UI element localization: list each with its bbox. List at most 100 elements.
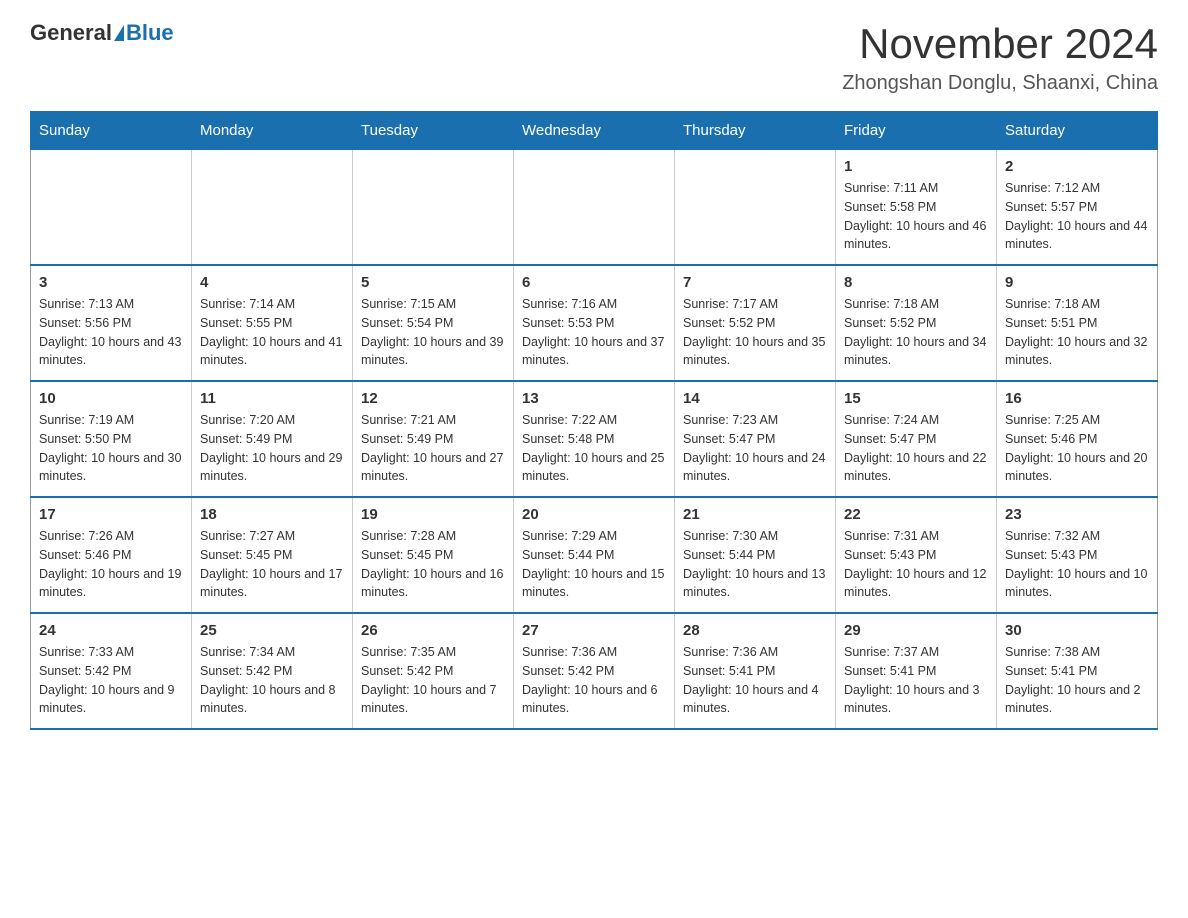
day-info: Sunrise: 7:22 AMSunset: 5:48 PMDaylight:…	[522, 411, 666, 486]
day-cell	[675, 150, 836, 266]
day-cell: 29 Sunrise: 7:37 AMSunset: 5:41 PMDayligh…	[836, 613, 997, 729]
day-number: 24	[39, 622, 183, 639]
day-info: Sunrise: 7:21 AMSunset: 5:49 PMDaylight:…	[361, 411, 505, 486]
day-number: 1	[844, 158, 988, 175]
day-number: 25	[200, 622, 344, 639]
week-row-2: 3 Sunrise: 7:13 AMSunset: 5:56 PMDaylight…	[31, 265, 1158, 381]
day-info: Sunrise: 7:33 AMSunset: 5:42 PMDaylight:…	[39, 643, 183, 718]
day-cell: 25 Sunrise: 7:34 AMSunset: 5:42 PMDayligh…	[192, 613, 353, 729]
week-row-4: 17Sunrise: 7:26 AMSunset: 5:46 PMDayligh…	[31, 497, 1158, 613]
day-info: Sunrise: 7:29 AMSunset: 5:44 PMDaylight:…	[522, 527, 666, 602]
day-info: Sunrise: 7:18 AMSunset: 5:52 PMDaylight:…	[844, 295, 988, 370]
day-cell: 5 Sunrise: 7:15 AMSunset: 5:54 PMDaylight…	[353, 265, 514, 381]
day-info: Sunrise: 7:24 AMSunset: 5:47 PMDaylight:…	[844, 411, 988, 486]
day-cell: 8 Sunrise: 7:18 AMSunset: 5:52 PMDaylight…	[836, 265, 997, 381]
header-day-friday: Friday	[836, 112, 997, 150]
logo-triangle-icon	[114, 25, 124, 41]
day-number: 26	[361, 622, 505, 639]
day-cell: 18Sunrise: 7:27 AMSunset: 5:45 PMDayligh…	[192, 497, 353, 613]
day-number: 28	[683, 622, 827, 639]
day-cell: 2 Sunrise: 7:12 AMSunset: 5:57 PMDaylight…	[997, 150, 1158, 266]
day-info: Sunrise: 7:23 AMSunset: 5:47 PMDaylight:…	[683, 411, 827, 486]
day-cell: 26 Sunrise: 7:35 AMSunset: 5:42 PMDayligh…	[353, 613, 514, 729]
day-number: 2	[1005, 158, 1149, 175]
week-row-5: 24 Sunrise: 7:33 AMSunset: 5:42 PMDayligh…	[31, 613, 1158, 729]
day-number: 21	[683, 506, 827, 523]
day-number: 16	[1005, 390, 1149, 407]
day-info: Sunrise: 7:17 AMSunset: 5:52 PMDaylight:…	[683, 295, 827, 370]
day-number: 8	[844, 274, 988, 291]
day-cell: 17Sunrise: 7:26 AMSunset: 5:46 PMDayligh…	[31, 497, 192, 613]
day-info: Sunrise: 7:38 AMSunset: 5:41 PMDaylight:…	[1005, 643, 1149, 718]
day-cell	[353, 150, 514, 266]
day-cell	[192, 150, 353, 266]
day-number: 11	[200, 390, 344, 407]
location-title: Zhongshan Donglu, Shaanxi, China	[842, 72, 1158, 95]
day-info: Sunrise: 7:32 AMSunset: 5:43 PMDaylight:…	[1005, 527, 1149, 602]
day-cell: 27 Sunrise: 7:36 AMSunset: 5:42 PMDayligh…	[514, 613, 675, 729]
day-cell: 13 Sunrise: 7:22 AMSunset: 5:48 PMDayligh…	[514, 381, 675, 497]
day-info: Sunrise: 7:15 AMSunset: 5:54 PMDaylight:…	[361, 295, 505, 370]
day-number: 4	[200, 274, 344, 291]
header-day-monday: Monday	[192, 112, 353, 150]
day-number: 20	[522, 506, 666, 523]
day-number: 29	[844, 622, 988, 639]
day-number: 7	[683, 274, 827, 291]
day-number: 10	[39, 390, 183, 407]
day-number: 9	[1005, 274, 1149, 291]
day-number: 5	[361, 274, 505, 291]
day-number: 17	[39, 506, 183, 523]
day-number: 27	[522, 622, 666, 639]
day-info: Sunrise: 7:25 AMSunset: 5:46 PMDaylight:…	[1005, 411, 1149, 486]
logo-text: General Blue	[30, 20, 174, 46]
month-title: November 2024	[842, 20, 1158, 68]
logo-blue: Blue	[126, 20, 174, 46]
week-row-3: 10 Sunrise: 7:19 AMSunset: 5:50 PMDayligh…	[31, 381, 1158, 497]
day-info: Sunrise: 7:16 AMSunset: 5:53 PMDaylight:…	[522, 295, 666, 370]
header-row: SundayMondayTuesdayWednesdayThursdayFrid…	[31, 112, 1158, 150]
day-cell: 24 Sunrise: 7:33 AMSunset: 5:42 PMDayligh…	[31, 613, 192, 729]
day-number: 3	[39, 274, 183, 291]
day-cell: 14 Sunrise: 7:23 AMSunset: 5:47 PMDayligh…	[675, 381, 836, 497]
day-info: Sunrise: 7:36 AMSunset: 5:42 PMDaylight:…	[522, 643, 666, 718]
day-number: 6	[522, 274, 666, 291]
header-day-thursday: Thursday	[675, 112, 836, 150]
day-info: Sunrise: 7:14 AMSunset: 5:55 PMDaylight:…	[200, 295, 344, 370]
day-cell	[31, 150, 192, 266]
day-cell: 11Sunrise: 7:20 AMSunset: 5:49 PMDayligh…	[192, 381, 353, 497]
day-info: Sunrise: 7:34 AMSunset: 5:42 PMDaylight:…	[200, 643, 344, 718]
day-cell: 30 Sunrise: 7:38 AMSunset: 5:41 PMDayligh…	[997, 613, 1158, 729]
day-number: 19	[361, 506, 505, 523]
day-info: Sunrise: 7:37 AMSunset: 5:41 PMDaylight:…	[844, 643, 988, 718]
day-number: 13	[522, 390, 666, 407]
day-number: 18	[200, 506, 344, 523]
day-cell	[514, 150, 675, 266]
day-info: Sunrise: 7:19 AMSunset: 5:50 PMDaylight:…	[39, 411, 183, 486]
day-info: Sunrise: 7:36 AMSunset: 5:41 PMDaylight:…	[683, 643, 827, 718]
day-cell: 12 Sunrise: 7:21 AMSunset: 5:49 PMDayligh…	[353, 381, 514, 497]
day-info: Sunrise: 7:11 AMSunset: 5:58 PMDaylight:…	[844, 179, 988, 254]
day-cell: 6 Sunrise: 7:16 AMSunset: 5:53 PMDaylight…	[514, 265, 675, 381]
logo: General Blue	[30, 20, 174, 46]
day-number: 12	[361, 390, 505, 407]
day-info: Sunrise: 7:13 AMSunset: 5:56 PMDaylight:…	[39, 295, 183, 370]
day-cell: 21Sunrise: 7:30 AMSunset: 5:44 PMDayligh…	[675, 497, 836, 613]
day-cell: 3 Sunrise: 7:13 AMSunset: 5:56 PMDaylight…	[31, 265, 192, 381]
header-day-tuesday: Tuesday	[353, 112, 514, 150]
logo-general: General	[30, 20, 112, 46]
day-cell: 4 Sunrise: 7:14 AMSunset: 5:55 PMDaylight…	[192, 265, 353, 381]
day-number: 14	[683, 390, 827, 407]
day-info: Sunrise: 7:35 AMSunset: 5:42 PMDaylight:…	[361, 643, 505, 718]
day-info: Sunrise: 7:28 AMSunset: 5:45 PMDaylight:…	[361, 527, 505, 602]
day-number: 30	[1005, 622, 1149, 639]
day-cell: 7 Sunrise: 7:17 AMSunset: 5:52 PMDaylight…	[675, 265, 836, 381]
day-info: Sunrise: 7:12 AMSunset: 5:57 PMDaylight:…	[1005, 179, 1149, 254]
title-area: November 2024 Zhongshan Donglu, Shaanxi,…	[842, 20, 1158, 95]
day-number: 15	[844, 390, 988, 407]
header: General Blue November 2024 Zhongshan Don…	[30, 20, 1158, 95]
day-cell: 22Sunrise: 7:31 AMSunset: 5:43 PMDayligh…	[836, 497, 997, 613]
day-cell: 28 Sunrise: 7:36 AMSunset: 5:41 PMDayligh…	[675, 613, 836, 729]
calendar-table: SundayMondayTuesdayWednesdayThursdayFrid…	[30, 111, 1158, 730]
day-cell: 9Sunrise: 7:18 AMSunset: 5:51 PMDaylight…	[997, 265, 1158, 381]
day-cell: 19 Sunrise: 7:28 AMSunset: 5:45 PMDayligh…	[353, 497, 514, 613]
